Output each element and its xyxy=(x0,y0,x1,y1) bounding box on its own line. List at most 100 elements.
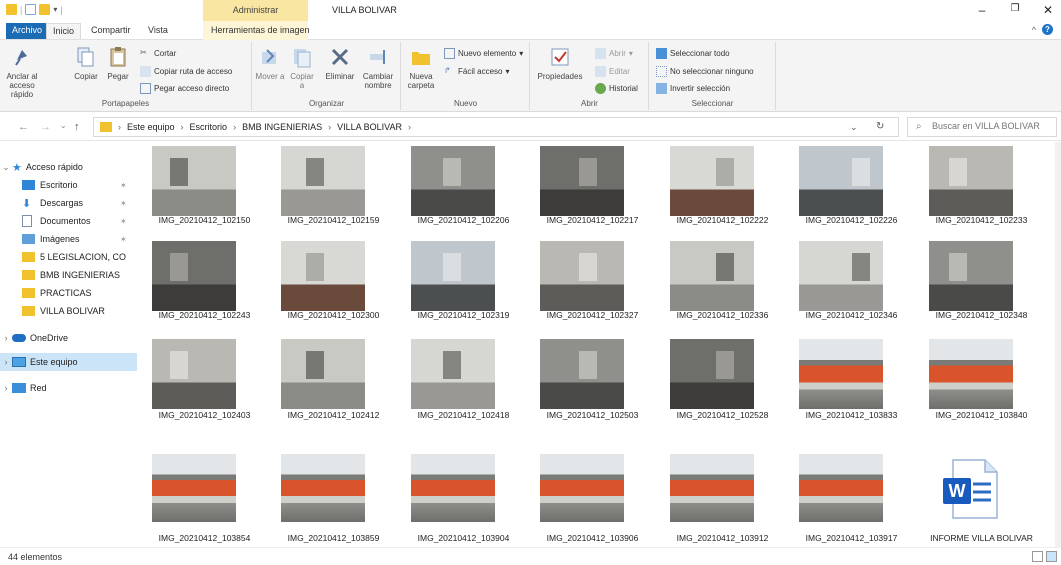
back-arrow-icon[interactable]: ← xyxy=(18,121,29,133)
large-icons-view-icon[interactable] xyxy=(1046,551,1057,562)
paste-button[interactable]: Pegar xyxy=(106,46,130,81)
file-tile[interactable]: IMG_20210412_102150 xyxy=(140,142,269,229)
breadcrumb-separator[interactable]: › xyxy=(118,122,121,132)
file-tile[interactable]: IMG_20210412_102243 xyxy=(140,237,269,324)
details-view-icon[interactable] xyxy=(1032,551,1043,562)
file-tile[interactable]: IMG_20210412_103912 xyxy=(658,454,787,547)
forward-arrow-icon[interactable]: → xyxy=(40,121,51,133)
tab-compartir[interactable]: Compartir xyxy=(85,23,137,39)
tab-vista[interactable]: Vista xyxy=(142,23,174,39)
file-tile[interactable]: IMG_20210412_102159 xyxy=(269,142,398,229)
nav-escritorio[interactable]: Escritorio ✶ xyxy=(0,176,137,194)
breadcrumb-separator[interactable]: › xyxy=(181,122,184,132)
vertical-scrollbar[interactable] xyxy=(1055,142,1061,547)
breadcrumb-separator[interactable]: › xyxy=(408,122,411,132)
edit-button[interactable]: Editar xyxy=(595,66,630,77)
file-tile[interactable]: IMG_20210412_102346 xyxy=(787,237,916,324)
chevron-down-icon[interactable]: ⌄ xyxy=(0,162,12,173)
pin-quick-access-button[interactable]: Anclar al acceso rápido xyxy=(2,46,42,99)
breadcrumb-separator[interactable]: › xyxy=(328,122,331,132)
new-folder-button[interactable]: Nueva carpeta xyxy=(404,46,438,90)
file-tile[interactable]: IMG_20210412_103833 xyxy=(787,335,916,424)
nav-folder-bmb[interactable]: BMB INGENIERIAS xyxy=(0,266,137,284)
file-tile[interactable]: IMG_20210412_102226 xyxy=(787,142,916,229)
invert-selection-button[interactable]: Invertir selección xyxy=(656,83,730,94)
up-arrow-icon[interactable]: ↑ xyxy=(74,121,80,133)
thumbnail-detail xyxy=(716,351,734,379)
download-icon: ⬇ xyxy=(22,197,32,210)
nav-quick-access[interactable]: ⌄ ★ Acceso rápido xyxy=(0,158,137,176)
minimize-button[interactable]: – xyxy=(972,3,992,17)
history-button[interactable]: Historial xyxy=(595,83,638,94)
nav-imagenes[interactable]: Imágenes ✶ xyxy=(0,230,137,248)
file-tile[interactable]: IMG_20210412_102327 xyxy=(528,237,657,324)
nav-folder-villa-bolivar[interactable]: VILLA BOLIVAR xyxy=(0,302,137,320)
file-tile[interactable]: IMG_20210412_102528 xyxy=(658,335,787,424)
chevron-right-icon[interactable]: › xyxy=(0,383,12,393)
breadcrumb-villa-bolivar[interactable]: VILLA BOLIVAR xyxy=(337,122,402,132)
close-button[interactable]: ✕ xyxy=(1038,3,1058,17)
nav-este-equipo[interactable]: › Este equipo xyxy=(0,353,137,371)
nav-documentos[interactable]: Documentos ✶ xyxy=(0,212,137,230)
maximize-button[interactable]: ❐ xyxy=(1005,3,1025,14)
copy-to-button[interactable]: Copiar a xyxy=(287,46,317,90)
file-tile[interactable]: IMG_20210412_102412 xyxy=(269,335,398,424)
address-bar[interactable]: › Este equipo › Escritorio › BMB INGENIE… xyxy=(93,117,899,137)
file-tile[interactable]: IMG_20210412_103904 xyxy=(399,454,528,547)
search-box[interactable]: ⌕ xyxy=(907,117,1057,137)
help-icon[interactable]: ? xyxy=(1042,24,1053,35)
new-item-button[interactable]: Nuevo elemento ▾ xyxy=(444,48,523,59)
file-tile[interactable]: W INFORME VILLA BOLIVAR xyxy=(917,454,1046,547)
search-input[interactable] xyxy=(932,121,1052,131)
cut-button[interactable]: ✂ Cortar xyxy=(140,48,176,59)
easy-access-button[interactable]: ↱ Fácil acceso ▾ xyxy=(444,66,509,77)
delete-button[interactable]: Eliminar xyxy=(323,46,357,81)
file-tile[interactable]: IMG_20210412_102503 xyxy=(528,335,657,424)
file-tile[interactable]: IMG_20210412_102233 xyxy=(917,142,1046,229)
nav-onedrive[interactable]: › OneDrive xyxy=(0,329,137,347)
file-tile[interactable]: IMG_20210412_103854 xyxy=(140,454,269,547)
tab-inicio[interactable]: Inicio xyxy=(46,23,82,39)
file-tile[interactable]: IMG_20210412_103859 xyxy=(269,454,398,547)
file-tile[interactable]: IMG_20210412_102403 xyxy=(140,335,269,424)
file-tile[interactable]: IMG_20210412_102348 xyxy=(917,237,1046,324)
rename-button[interactable]: Cambiar nombre xyxy=(359,46,397,90)
recent-locations-icon[interactable]: ⌄ xyxy=(60,121,67,130)
copy-button[interactable]: Copiar xyxy=(74,46,98,81)
refresh-icon[interactable]: ↻ xyxy=(876,121,884,132)
chevron-right-icon[interactable]: › xyxy=(0,333,12,343)
breadcrumb-bmb-ingenierias[interactable]: BMB INGENIERIAS xyxy=(242,122,322,132)
tab-herramientas-imagen[interactable]: Herramientas de imagen xyxy=(205,23,316,39)
file-tile[interactable]: IMG_20210412_102418 xyxy=(399,335,528,424)
select-none-button[interactable]: No seleccionar ninguno xyxy=(656,66,754,77)
file-tile[interactable]: IMG_20210412_102222 xyxy=(658,142,787,229)
properties-icon[interactable] xyxy=(25,4,37,15)
move-to-button[interactable]: Mover a xyxy=(255,46,285,81)
nav-red[interactable]: › Red xyxy=(0,379,137,397)
collapse-ribbon-icon[interactable]: ^ xyxy=(1032,25,1036,35)
chevron-right-icon[interactable]: › xyxy=(0,357,12,367)
breadcrumb-separator[interactable]: › xyxy=(233,122,236,132)
open-button[interactable]: Abrir ▾ xyxy=(595,48,633,59)
file-tile[interactable]: IMG_20210412_103840 xyxy=(917,335,1046,424)
tab-archivo[interactable]: Archivo xyxy=(6,23,49,39)
breadcrumb-este-equipo[interactable]: Este equipo xyxy=(127,122,175,132)
paste-shortcut-button[interactable]: Pegar acceso directo xyxy=(140,83,229,94)
nav-folder-practicas[interactable]: PRACTICAS xyxy=(0,284,137,302)
file-tile[interactable]: IMG_20210412_102300 xyxy=(269,237,398,324)
customize-dropdown-icon[interactable]: ▾ xyxy=(53,5,57,14)
file-tile[interactable]: IMG_20210412_102217 xyxy=(528,142,657,229)
properties-button[interactable]: Propiedades xyxy=(537,46,583,81)
nav-folder-legislacion[interactable]: 5 LEGISLACION, CO xyxy=(0,248,137,266)
new-folder-icon[interactable] xyxy=(39,4,51,15)
address-dropdown-icon[interactable]: ⌄ xyxy=(850,122,858,133)
breadcrumb-escritorio[interactable]: Escritorio xyxy=(190,122,228,132)
file-tile[interactable]: IMG_20210412_103917 xyxy=(787,454,916,547)
nav-descargas[interactable]: ⬇ Descargas ✶ xyxy=(0,194,137,212)
select-all-button[interactable]: Seleccionar todo xyxy=(656,48,730,59)
file-tile[interactable]: IMG_20210412_102336 xyxy=(658,237,787,324)
file-tile[interactable]: IMG_20210412_102319 xyxy=(399,237,528,324)
file-tile[interactable]: IMG_20210412_103906 xyxy=(528,454,657,547)
file-tile[interactable]: IMG_20210412_102206 xyxy=(399,142,528,229)
copy-path-button[interactable]: Copiar ruta de acceso xyxy=(140,66,232,77)
